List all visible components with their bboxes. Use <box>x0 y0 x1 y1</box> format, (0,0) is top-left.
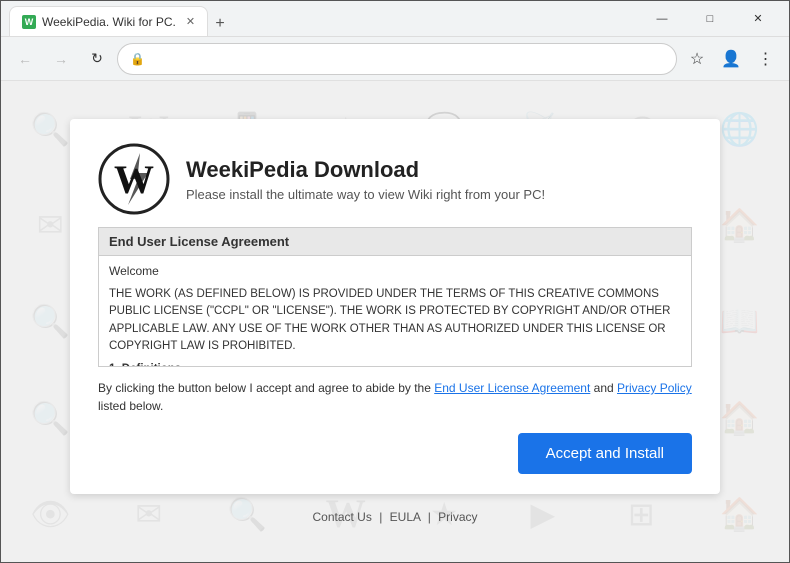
app-subtitle: Please install the ultimate way to view … <box>186 187 692 202</box>
app-title: WeekiPedia Download <box>186 157 692 183</box>
app-logo: W <box>98 143 170 215</box>
agreement-before: By clicking the button below I accept an… <box>98 381 434 395</box>
agreement-text: By clicking the button below I accept an… <box>98 379 692 415</box>
bg-icon-search2: 🔍 <box>30 302 70 340</box>
minimize-button[interactable]: — <box>639 4 685 34</box>
address-bar[interactable]: 🔒 <box>117 43 677 75</box>
agreement-after: listed below. <box>98 399 163 413</box>
tab-favicon: W <box>22 15 36 29</box>
profile-button[interactable]: 👤 <box>715 43 747 75</box>
bg-icon-home3: 🏠 <box>720 495 760 533</box>
eula-box[interactable]: End User License Agreement Welcome THE W… <box>98 227 692 367</box>
eula-section-title: 1. Definitions <box>109 361 681 367</box>
eula-footer-link[interactable]: EULA <box>390 510 421 524</box>
new-tab-button[interactable]: + <box>208 12 232 36</box>
bg-icon-globe: 🌐 <box>720 110 760 148</box>
active-tab[interactable]: W WeekiPedia. Wiki for PC. ✕ <box>9 6 208 36</box>
tab-bar: W WeekiPedia. Wiki for PC. ✕ + <box>9 1 635 36</box>
close-button[interactable]: ✕ <box>735 4 781 34</box>
eula-welcome: Welcome <box>109 262 681 280</box>
bookmark-button[interactable]: ☆ <box>681 43 713 75</box>
page-footer: Contact Us | EULA | Privacy <box>312 510 477 524</box>
card-title-block: WeekiPedia Download Please install the u… <box>186 157 692 202</box>
page-content: 🔍 W 📱 ★ 💬 📡 @ 🌐 ✉ 👤 📍 💬 📶 📷 🔗 🏠 🔍 W ↗ ℹ … <box>1 81 789 562</box>
accept-and-install-button[interactable]: Accept and Install <box>518 433 692 474</box>
nav-bar: ← → ↻ 🔒 ☆ 👤 ⋮ <box>1 37 789 81</box>
forward-button[interactable]: → <box>45 43 77 75</box>
eula-body-text: THE WORK (AS DEFINED BELOW) IS PROVIDED … <box>109 286 681 355</box>
back-button[interactable]: ← <box>9 43 41 75</box>
lock-icon: 🔒 <box>130 52 145 66</box>
tab-title: WeekiPedia. Wiki for PC. <box>42 15 176 29</box>
bg-icon-eye: 👁 <box>30 495 71 533</box>
bg-icon-msg2: ✉ <box>135 495 162 533</box>
contact-link[interactable]: Contact Us <box>312 510 371 524</box>
bg-icon-mail: ✉ <box>37 206 64 244</box>
privacy-footer-link[interactable]: Privacy <box>438 510 477 524</box>
bg-icon-play: ▶ <box>530 495 555 533</box>
browser-window: W WeekiPedia. Wiki for PC. ✕ + — □ ✕ ← →… <box>0 0 790 563</box>
privacy-link[interactable]: Privacy Policy <box>617 381 692 395</box>
eula-body: Welcome THE WORK (AS DEFINED BELOW) IS P… <box>99 256 691 367</box>
agreement-and: and <box>590 381 617 395</box>
bg-icon-search3: 🔍 <box>30 399 70 437</box>
title-bar: W WeekiPedia. Wiki for PC. ✕ + — □ ✕ <box>1 1 789 37</box>
bg-icon-grid: ⊞ <box>628 495 655 533</box>
reload-button[interactable]: ↻ <box>81 43 113 75</box>
menu-button[interactable]: ⋮ <box>749 43 781 75</box>
agreement-section: By clicking the button below I accept an… <box>98 379 692 474</box>
bg-icon-search4: 🔍 <box>227 495 267 533</box>
window-controls: — □ ✕ <box>639 4 781 34</box>
footer-sep2: | <box>428 510 431 524</box>
card-header: W WeekiPedia Download Please install the… <box>98 143 692 215</box>
eula-link[interactable]: End User License Agreement <box>434 381 590 395</box>
bg-icon-search: 🔍 <box>30 110 70 148</box>
nav-right-controls: ☆ 👤 ⋮ <box>681 43 781 75</box>
bg-icon-book: 📖 <box>720 302 760 340</box>
tab-close-button[interactable]: ✕ <box>186 15 195 28</box>
bg-icon-home: 🏠 <box>720 206 760 244</box>
maximize-button[interactable]: □ <box>687 4 733 34</box>
installer-card: W WeekiPedia Download Please install the… <box>70 119 720 494</box>
eula-heading: End User License Agreement <box>99 228 691 256</box>
bg-icon-home2: 🏠 <box>720 399 760 437</box>
footer-sep1: | <box>379 510 382 524</box>
